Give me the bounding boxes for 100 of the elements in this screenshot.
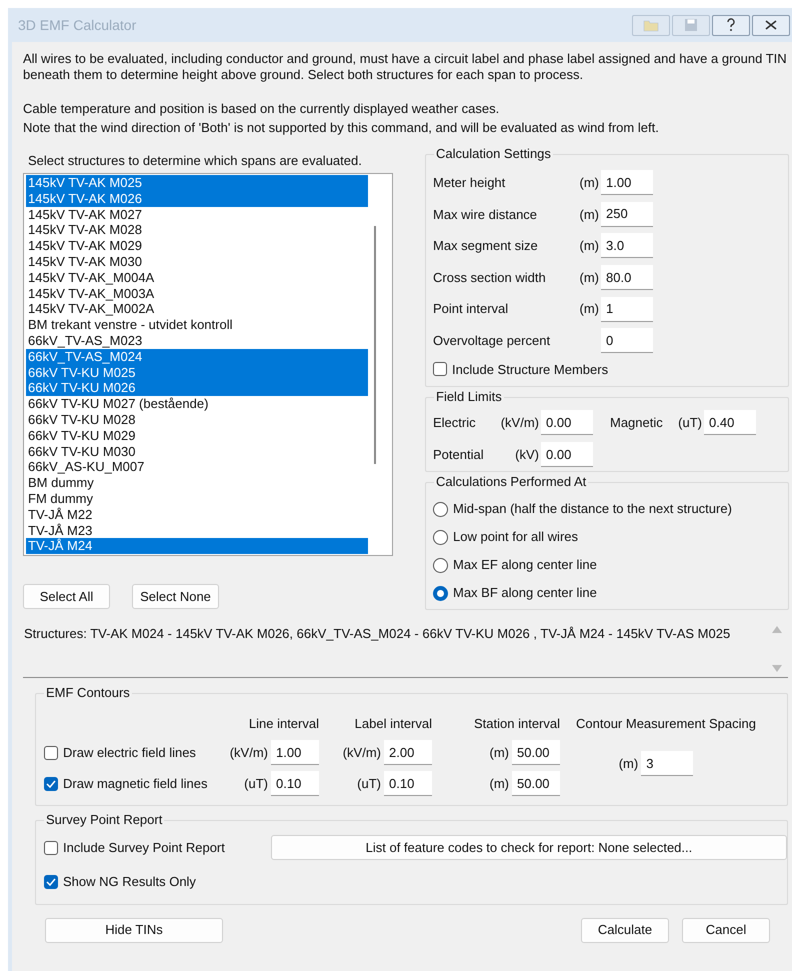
list-item[interactable]: 66kV TV-KU M030 bbox=[26, 444, 368, 460]
list-item[interactable]: 145kV TV-AK M029 bbox=[26, 238, 368, 254]
input-field[interactable]: 1 bbox=[601, 296, 653, 322]
input-field[interactable]: 250 bbox=[601, 202, 653, 227]
title-bar-button[interactable] bbox=[752, 14, 790, 36]
radio-label: Max EF along center line bbox=[453, 556, 597, 574]
unit-label: (uT) bbox=[678, 414, 702, 432]
list-item[interactable]: 145kV TV-AK_M003A bbox=[26, 286, 368, 302]
checkbox[interactable] bbox=[44, 746, 58, 760]
list-item[interactable]: 145kV TV-AK_M004A bbox=[26, 270, 368, 286]
unit-label: (m) bbox=[580, 206, 599, 224]
button[interactable]: Select None bbox=[132, 584, 219, 609]
input-field[interactable]: 1.00 bbox=[271, 740, 319, 766]
close-icon bbox=[765, 20, 777, 30]
list-item[interactable]: 66kV TV-KU M027 (bestående) bbox=[26, 396, 368, 412]
unit-label: (m) bbox=[490, 744, 509, 762]
input-field[interactable]: 50.00 bbox=[512, 740, 560, 766]
unit-label: (m) bbox=[580, 268, 599, 287]
list-item[interactable]: 145kV TV-AK M027 bbox=[26, 206, 368, 222]
input-field[interactable]: 0.10 bbox=[271, 771, 319, 796]
button[interactable]: List of feature codes to check for report: None selected... bbox=[270, 835, 787, 860]
field-label: Meter height bbox=[433, 174, 506, 192]
input-field[interactable]: 3.0 bbox=[601, 233, 653, 258]
button[interactable]: Calculate bbox=[581, 918, 669, 943]
radio-button[interactable] bbox=[433, 558, 448, 573]
instruction-text: All wires to be evaluated, including conductor and ground, must have a circuit label and phase label assigned and have a ground TIN beneath them to determine height above ground. Select both structures for each span to process. bbox=[23, 51, 788, 83]
input-field[interactable]: 0.40 bbox=[704, 410, 756, 436]
checkbox[interactable] bbox=[44, 776, 58, 791]
unit-label: (kV/m) bbox=[230, 744, 268, 762]
list-item[interactable]: 145kV TV-AK M028 bbox=[26, 222, 368, 238]
unit-label: (kV) bbox=[515, 446, 539, 464]
title-bar-button[interactable] bbox=[712, 14, 750, 36]
button[interactable]: Select All bbox=[23, 584, 110, 609]
radio-label: Mid-span (half the distance to the next structure) bbox=[453, 500, 732, 518]
radio-button[interactable] bbox=[433, 530, 448, 545]
list-item[interactable]: 66kV TV-KU M028 bbox=[26, 412, 368, 428]
input-field[interactable]: 0.00 bbox=[541, 442, 593, 468]
checkbox-label: Draw electric field lines bbox=[63, 744, 196, 762]
input-field[interactable]: 2.00 bbox=[384, 740, 432, 766]
unit-label: (m) bbox=[580, 237, 599, 256]
list-item[interactable]: 66kV_TV-AS_M023 bbox=[26, 332, 368, 349]
list-item[interactable]: 66kV_TV-AS_M024 bbox=[26, 348, 368, 365]
list-item[interactable]: TV-JÅ M24 bbox=[26, 538, 368, 554]
summary-text: Structures: TV-AK M024 - 145kV TV-AK M026, 66kV_TV-AS_M024 - 66kV TV-KU M026 , TV-JÅ M24 - 145kV TV-AS M025 bbox=[24, 626, 730, 644]
checkbox[interactable] bbox=[44, 840, 58, 855]
checkbox-label: Include Structure Members bbox=[452, 360, 608, 379]
help-icon bbox=[726, 18, 736, 32]
checkbox[interactable] bbox=[433, 362, 447, 376]
column-header: Station interval bbox=[474, 715, 561, 734]
input-field[interactable]: 3 bbox=[641, 751, 694, 776]
field-label: Cross section width bbox=[433, 268, 547, 287]
checkbox-label: Show NG Results Only bbox=[63, 873, 196, 892]
list-item[interactable]: 66kV TV-KU M025 bbox=[26, 364, 368, 380]
group-title: Survey Point Report bbox=[44, 812, 164, 828]
field-label: Max segment size bbox=[433, 237, 539, 256]
instruction-text: Note that the wind direction of 'Both' is not supported by this command, and will be evaluated as wind from left. bbox=[23, 119, 660, 137]
unit-label: (kV/m) bbox=[342, 744, 381, 762]
checkbox[interactable] bbox=[44, 874, 58, 889]
list-item[interactable]: TV-JÅ M23 bbox=[26, 522, 368, 538]
unit-label: (uT) bbox=[244, 774, 268, 793]
field-label: Potential bbox=[433, 446, 485, 464]
unit-label: (kV/m) bbox=[500, 414, 539, 432]
instruction-text: Cable temperature and position is based on the currently displayed weather cases. bbox=[23, 100, 500, 118]
list-item[interactable]: FM dummy bbox=[26, 490, 368, 507]
list-label: Select structures to determine which spans are evaluated. bbox=[27, 153, 363, 169]
structures-listbox[interactable] bbox=[23, 173, 393, 556]
input-field[interactable]: 50.00 bbox=[512, 771, 560, 796]
column-header: Contour Measurement Spacing bbox=[576, 715, 756, 734]
window-title: 3D EMF Calculator bbox=[17, 16, 136, 34]
button[interactable]: Hide TINs bbox=[45, 918, 223, 943]
radio-button[interactable] bbox=[433, 586, 448, 601]
list-item[interactable]: 66kV_AS-KU_M007 bbox=[26, 459, 368, 476]
input-field[interactable]: 0 bbox=[601, 328, 653, 354]
scrollbar-thumb[interactable] bbox=[374, 226, 376, 464]
input-field[interactable]: 1.00 bbox=[601, 170, 653, 196]
unit-label: (uT) bbox=[357, 774, 381, 793]
radio-button[interactable] bbox=[433, 502, 448, 517]
button[interactable]: Cancel bbox=[682, 918, 770, 943]
input-field[interactable]: 0.00 bbox=[541, 410, 593, 436]
list-item[interactable]: 145kV TV-AK M026 bbox=[26, 190, 368, 207]
radio-label: Max BF along center line bbox=[453, 584, 597, 602]
unit-label: (m) bbox=[618, 754, 638, 773]
list-item[interactable]: BM trekant venstre - utvidet kontroll bbox=[26, 317, 368, 333]
unit-label: (m) bbox=[490, 774, 509, 793]
list-item[interactable]: 66kV TV-KU M026 bbox=[26, 380, 368, 396]
field-label: Overvoltage percent bbox=[433, 332, 552, 350]
list-item[interactable]: 66kV TV-KU M029 bbox=[26, 428, 368, 444]
checkbox-label: Include Survey Point Report bbox=[63, 838, 225, 857]
checkbox-label: Draw magnetic field lines bbox=[63, 774, 208, 793]
unit-label: (m) bbox=[580, 174, 599, 192]
field-label: Electric bbox=[433, 414, 477, 432]
list-item[interactable]: 145kV TV-AK_M002A bbox=[26, 301, 368, 318]
input-field[interactable]: 0.10 bbox=[384, 771, 432, 796]
list-item[interactable]: TV-JÅ M22 bbox=[26, 506, 368, 523]
list-item[interactable]: 145kV TV-AK M025 bbox=[26, 175, 368, 191]
input-field[interactable]: 80.0 bbox=[601, 265, 653, 290]
list-item[interactable]: BM dummy bbox=[26, 475, 368, 491]
column-header: Line interval bbox=[248, 715, 320, 734]
list-item[interactable]: 145kV TV-AK M030 bbox=[26, 254, 368, 270]
unit-label: (m) bbox=[580, 300, 599, 318]
